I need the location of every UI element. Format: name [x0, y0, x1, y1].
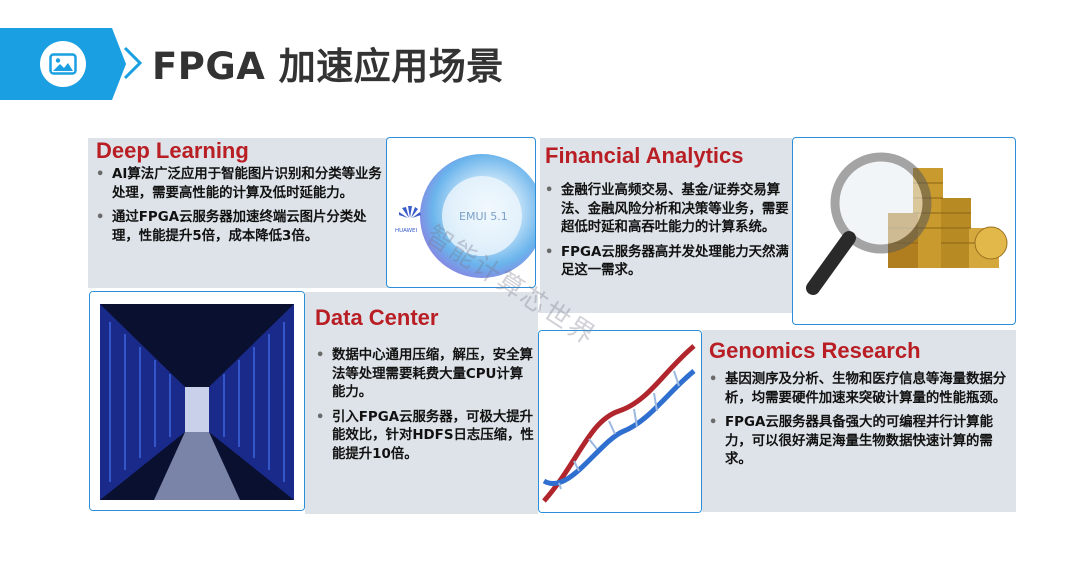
financial-analytics-title: Financial Analytics [545, 143, 744, 168]
server-aisle-image [89, 291, 305, 511]
list-item: • AI算法广泛应用于智能图片识别和分类等业务处理，需要高性能的计算及低时延能力。 [96, 167, 382, 201]
image-icon [40, 41, 86, 87]
chevron-right-icon [123, 46, 143, 80]
genomics-research-title: Genomics Research [709, 338, 921, 363]
deep-learning-title: Deep Learning [96, 138, 249, 163]
list-item: • 金融行业高频交易、基金/证券交易算法、金融风险分析和决策等业务，需要超低时延和… [545, 183, 789, 235]
huawei-brand-text: HUAWEI [395, 228, 418, 234]
financial-analytics-bullets: • 金融行业高频交易、基金/证券交易算法、金融风险分析和决策等业务，需要超低时延和… [543, 182, 793, 287]
list-item: • FPGA云服务器具备强大的可编程并行计算能力，可以很好满足海量生物数据快速计算… [709, 415, 993, 467]
list-item: • 通过FPGA云服务器加速终端云图片分类处理，性能提升5倍，成本降低3倍。 [96, 210, 367, 244]
magnifying-glass-icon [806, 152, 932, 295]
dna-helix-image [538, 330, 702, 513]
list-item: • 基因测序及分析、生物和医疗信息等海量数据分析，均需要硬件加速来突破计算量的性能… [709, 372, 1007, 406]
huawei-logo-icon [399, 206, 421, 218]
deep-learning-bullets: • AI算法广泛应用于智能图片识别和分类等业务处理，需要高性能的计算及低时延能力。… [94, 166, 386, 252]
data-center-title: Data Center [315, 305, 439, 330]
page-title: FPGA 加速应用场景 [152, 45, 504, 88]
magnifier-coins-image [792, 137, 1016, 325]
list-item: • FPGA云服务器高并发处理能力天然满足这一需求。 [545, 244, 789, 279]
data-center-bullets: • 数据中心通用压缩，解压，安全算法等处理需要耗费大量CPU计算能力。 • 引入FP… [314, 347, 536, 470]
list-item: • 引入FPGA云服务器，可极大提升能效比，针对HDFS日志压缩，性能提升10倍。 [316, 409, 534, 462]
genomics-research-bullets: • 基因测序及分析、生物和医疗信息等海量数据分析，均需要硬件加速来突破计算量的性能… [707, 371, 1007, 476]
list-item: • 数据中心通用压缩，解压，安全算法等处理需要耗费大量CPU计算能力。 [316, 348, 533, 400]
emui-label: EMUI 5.1 [459, 210, 508, 223]
